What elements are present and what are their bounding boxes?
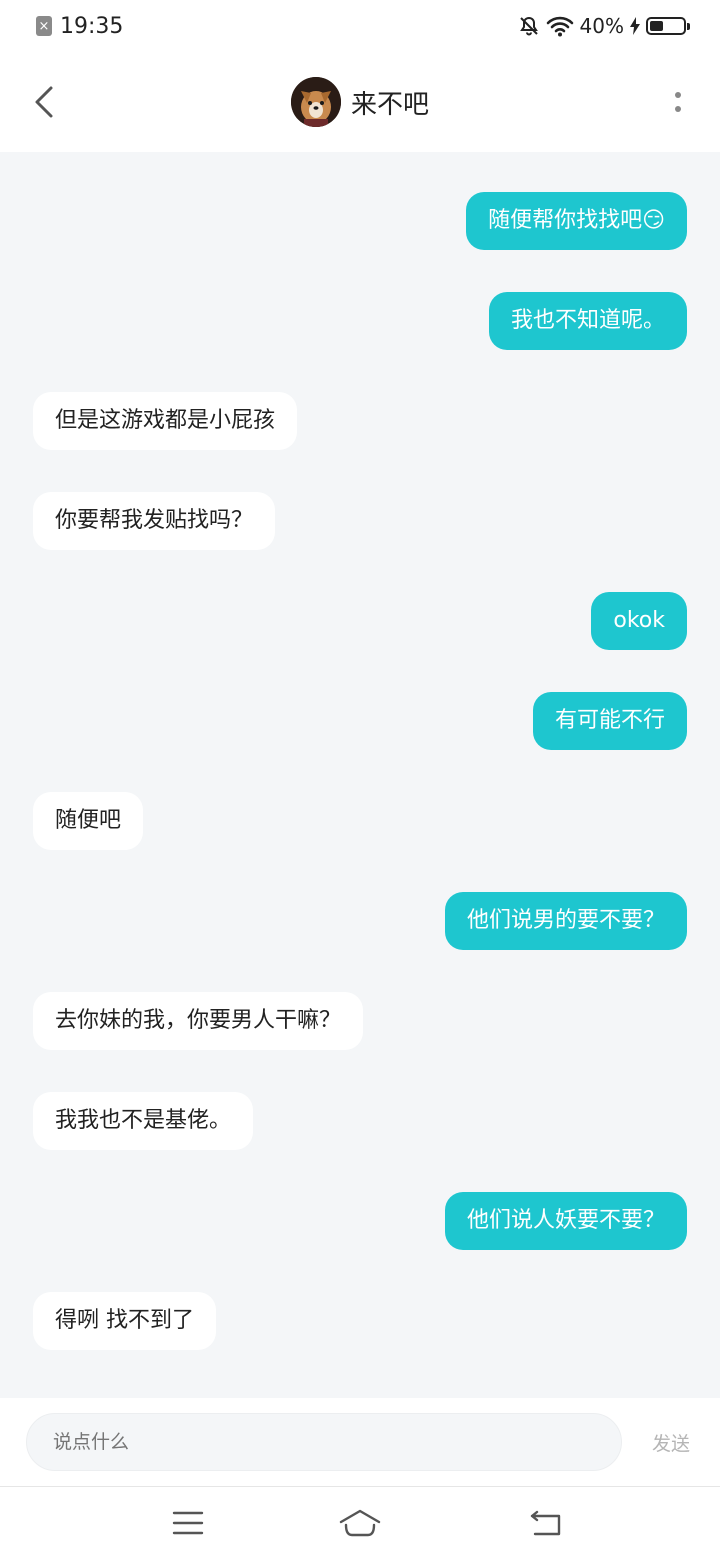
message-bubble-sent[interactable]: 他们说人妖要不要？ [444,1192,687,1250]
status-time: 19:35 [60,13,124,39]
battery-icon [646,17,690,35]
nav-home-button[interactable] [338,1503,382,1543]
mute-bell-icon [519,16,538,36]
send-button[interactable]: 发送 [652,1429,690,1456]
message-bubble-sent[interactable]: 他们说男的要不要？ [444,892,687,950]
wifi-icon [546,16,573,37]
status-right: 40% [518,14,690,38]
message-bubble-received[interactable]: 随便吧 [33,792,144,850]
battery-percent: 40% [579,14,624,38]
nav-back-button[interactable] [524,1503,568,1543]
nav-menu-button[interactable] [166,1503,210,1543]
message-input[interactable] [26,1413,622,1471]
more-icon-dot [675,106,681,112]
message-bubble-sent[interactable]: 有可能不行 [532,692,687,750]
message-bubble-received[interactable]: 但是这游戏都是小屁孩 [33,392,298,450]
nav-back-icon [530,1510,561,1536]
chat-area[interactable]: 随便帮你找找吧😏 我也不知道呢。 但是这游戏都是小屁孩 你要帮我发贴找吗？ ok… [0,152,720,1398]
message-input-bar: 发送 [0,1398,720,1486]
more-icon [675,92,681,98]
home-icon [339,1509,381,1537]
more-options-button[interactable] [668,80,688,124]
menu-icon [172,1511,204,1535]
message-bubble-received[interactable]: 你要帮我发贴找吗？ [33,492,276,550]
message-bubble-received[interactable]: 去你妹的我，你要男人干嘛？ [33,992,364,1050]
avatar[interactable] [290,77,341,127]
message-bubble-received[interactable]: 我我也不是基佬。 [33,1092,254,1150]
charging-icon [630,17,640,35]
message-bubble-sent[interactable]: 我也不知道呢。 [488,292,687,350]
contact-name: 来不吧 [350,89,429,120]
message-bubble-sent[interactable]: 随便帮你找找吧😏 [466,192,687,250]
notification-icon: × [36,16,52,36]
back-button[interactable] [24,80,64,124]
contact-title[interactable]: 来不吧 [290,77,429,127]
status-bar: × 19:35 40% [0,0,720,52]
chat-header: 来不吧 [0,52,720,152]
status-left: × 19:35 [36,14,123,39]
battery-fill [650,21,663,31]
system-nav-bar [0,1486,720,1560]
message-bubble-sent[interactable]: okok [591,592,687,650]
message-bubble-received[interactable]: 得咧 找不到了 [33,1292,216,1350]
back-icon [35,86,53,118]
dog-avatar-image [290,77,341,127]
